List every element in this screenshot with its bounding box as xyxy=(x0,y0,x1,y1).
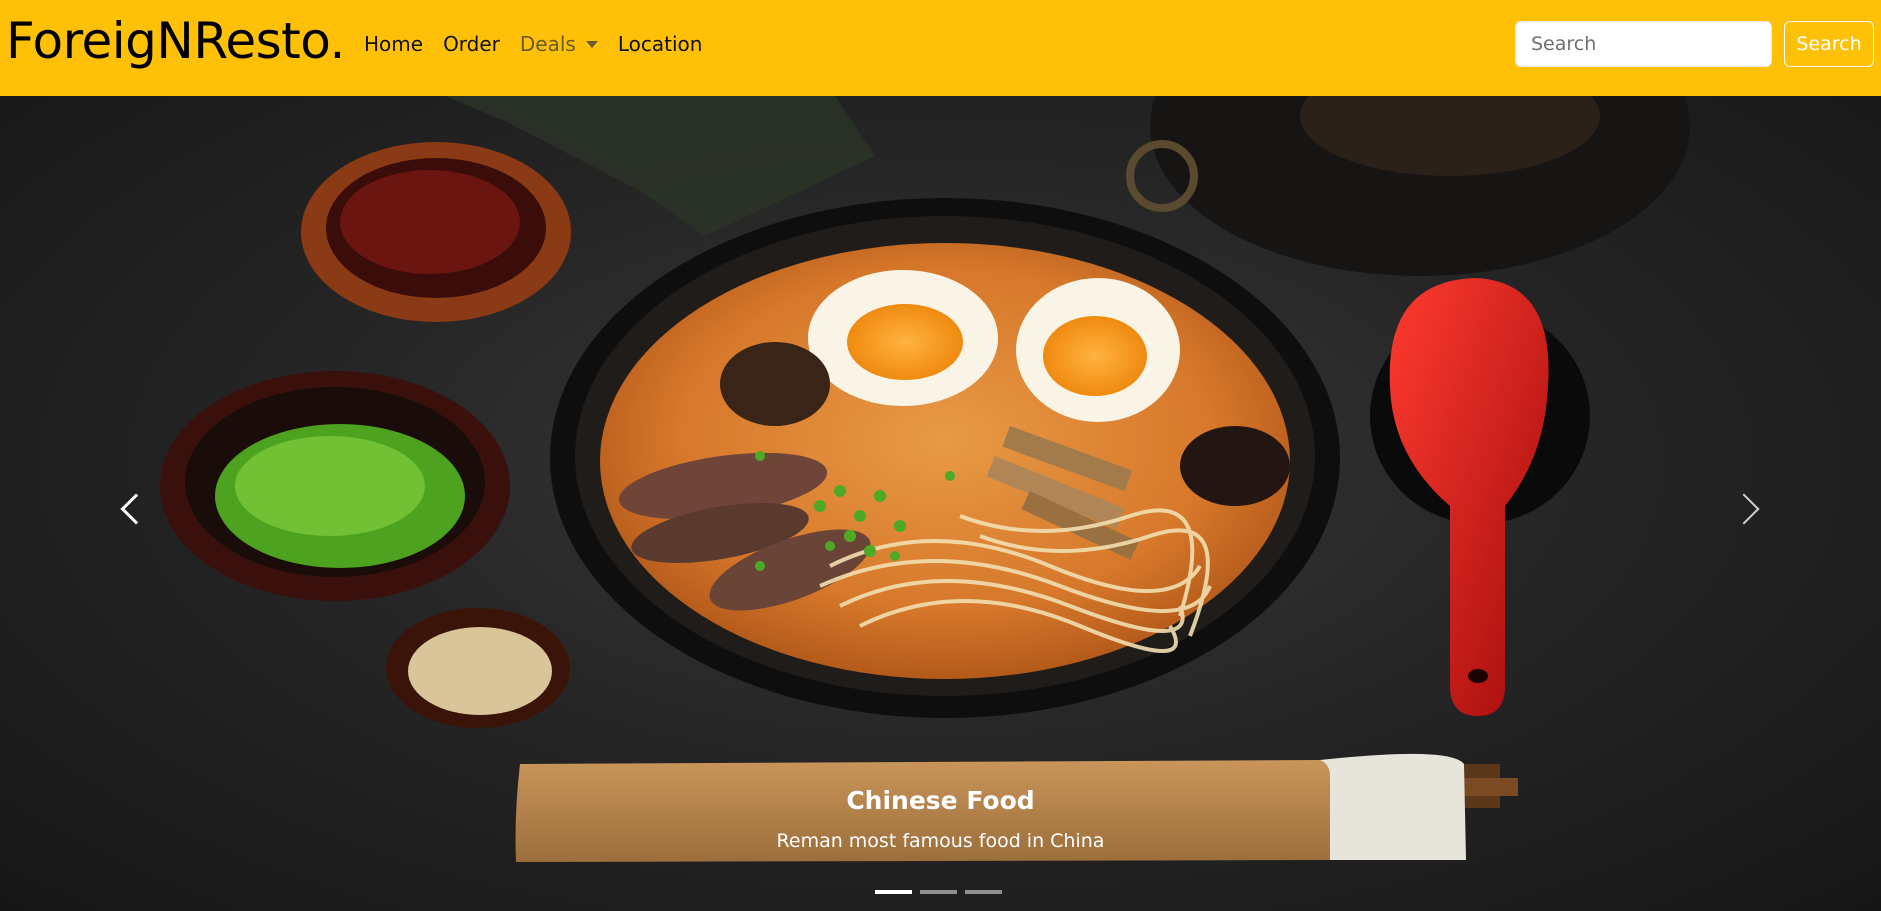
search-button[interactable]: Search xyxy=(1784,21,1874,67)
nav-link-location[interactable]: Location xyxy=(608,30,713,58)
carousel-indicator-1[interactable] xyxy=(875,890,912,894)
carousel-next-button[interactable] xyxy=(1718,484,1778,534)
search-input[interactable] xyxy=(1515,21,1772,67)
carousel-prev-button[interactable] xyxy=(102,484,162,534)
nav-link-deals[interactable]: Deals xyxy=(510,30,608,58)
nav-link-order[interactable]: Order xyxy=(433,30,510,58)
nav-link-home[interactable]: Home xyxy=(354,30,433,58)
chevron-left-icon xyxy=(120,493,152,525)
slide-title: Chinese Food xyxy=(846,786,1035,815)
carousel-indicator-3[interactable] xyxy=(965,890,1002,894)
nav-links: Home Order Deals Location xyxy=(354,30,712,58)
caret-down-icon xyxy=(585,40,598,48)
navbar: ForeigNResto. Home Order Deals Location … xyxy=(0,0,1881,96)
chevron-right-icon xyxy=(1728,493,1760,525)
nav-link-deals-label: Deals xyxy=(519,32,576,56)
hero-carousel: Chinese Food Reman most famous food in C… xyxy=(0,96,1881,911)
carousel-indicators xyxy=(875,890,1002,894)
carousel-indicator-2[interactable] xyxy=(920,890,957,894)
brand-logo[interactable]: ForeigNResto. xyxy=(6,10,345,72)
slide-subtitle: Reman most famous food in China xyxy=(776,830,1105,852)
